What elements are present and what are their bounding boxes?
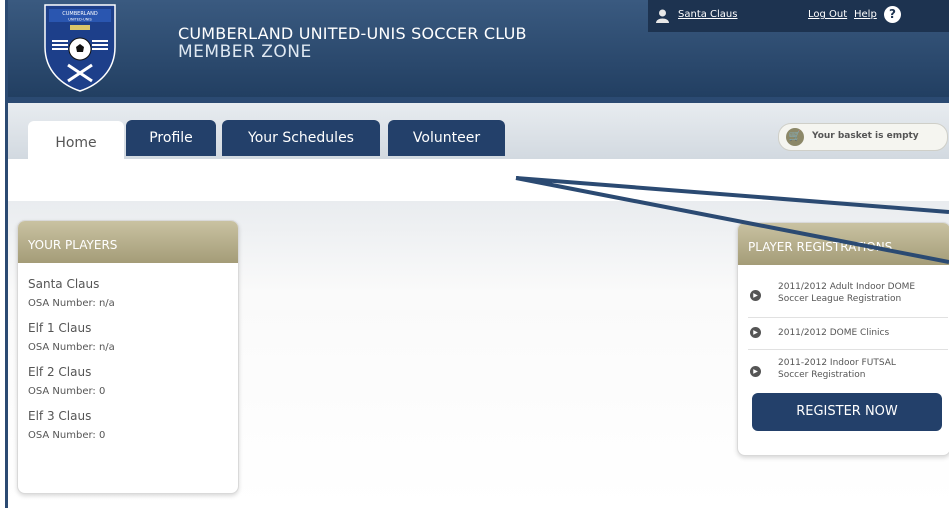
cart-icon: 🛒 [786, 128, 804, 146]
register-now-button[interactable]: REGISTER NOW [752, 393, 942, 431]
tab-profile[interactable]: Profile [126, 120, 216, 156]
tab-content-band [8, 159, 949, 201]
play-arrow-icon: ▶ [750, 290, 761, 301]
player-osa-number: OSA Number: 0 [28, 386, 106, 397]
player-osa-number: OSA Number: 0 [28, 430, 106, 441]
registration-line-2: Soccer Registration [778, 370, 866, 380]
player-registrations-panel: PLAYER REGISTRATIONS ▶ 2011/2012 Adult I… [737, 222, 949, 456]
tab-your-schedules[interactable]: Your Schedules [222, 120, 380, 156]
player-name[interactable]: Santa Claus [28, 277, 115, 292]
player-name[interactable]: Elf 2 Claus [28, 365, 115, 380]
user-bar: Santa Claus Log Out Help ? [648, 0, 949, 32]
player-osa-number: OSA Number: n/a [28, 298, 115, 309]
player-name[interactable]: Elf 1 Claus [28, 321, 115, 336]
panel-title: PLAYER REGISTRATIONS [738, 223, 949, 265]
registration-item[interactable]: ▶ 2011-2012 Indoor FUTSAL Soccer Registr… [748, 357, 948, 387]
main-tab-bar: Home Profile Your Schedules Volunteer 🛒 … [8, 103, 949, 159]
svg-text:CUMBERLAND: CUMBERLAND [62, 11, 98, 17]
play-arrow-icon: ▶ [750, 366, 761, 377]
registration-line-2: Soccer League Registration [778, 294, 902, 304]
players-list: Santa Claus OSA Number: n/a Elf 1 Claus … [28, 277, 115, 453]
divider [748, 349, 948, 350]
tab-volunteer[interactable]: Volunteer [388, 120, 505, 156]
member-zone-title: MEMBER ZONE [178, 42, 312, 62]
play-arrow-icon: ▶ [750, 327, 761, 338]
registration-line-1: 2011-2012 Indoor FUTSAL [778, 358, 896, 368]
svg-text:UNITED-UNIS: UNITED-UNIS [68, 18, 92, 22]
logout-link[interactable]: Log Out [808, 9, 847, 20]
your-players-panel: YOUR PLAYERS Santa Claus OSA Number: n/a… [17, 220, 239, 494]
club-crest-logo[interactable]: CUMBERLAND UNITED-UNIS [42, 3, 118, 93]
basket-button[interactable]: 🛒 Your basket is empty [778, 123, 948, 151]
basket-status: Your basket is empty [812, 131, 919, 141]
player-name[interactable]: Elf 3 Claus [28, 409, 115, 424]
tab-home[interactable]: Home [28, 121, 124, 159]
user-icon [656, 9, 669, 23]
panel-title: YOUR PLAYERS [18, 221, 238, 263]
registration-line-1: 2011/2012 Adult Indoor DOME [778, 282, 916, 292]
registration-item[interactable]: ▶ 2011/2012 DOME Clinics [748, 325, 948, 343]
divider [748, 317, 948, 318]
help-icon[interactable]: ? [884, 6, 901, 23]
player-osa-number: OSA Number: n/a [28, 342, 115, 353]
user-name-link[interactable]: Santa Claus [678, 9, 737, 20]
help-link[interactable]: Help [854, 9, 877, 20]
club-name: CUMBERLAND UNITED-UNIS SOCCER CLUB [178, 24, 527, 43]
registration-item[interactable]: ▶ 2011/2012 Adult Indoor DOME Soccer Lea… [748, 281, 948, 311]
registration-line-1: 2011/2012 DOME Clinics [778, 328, 890, 338]
